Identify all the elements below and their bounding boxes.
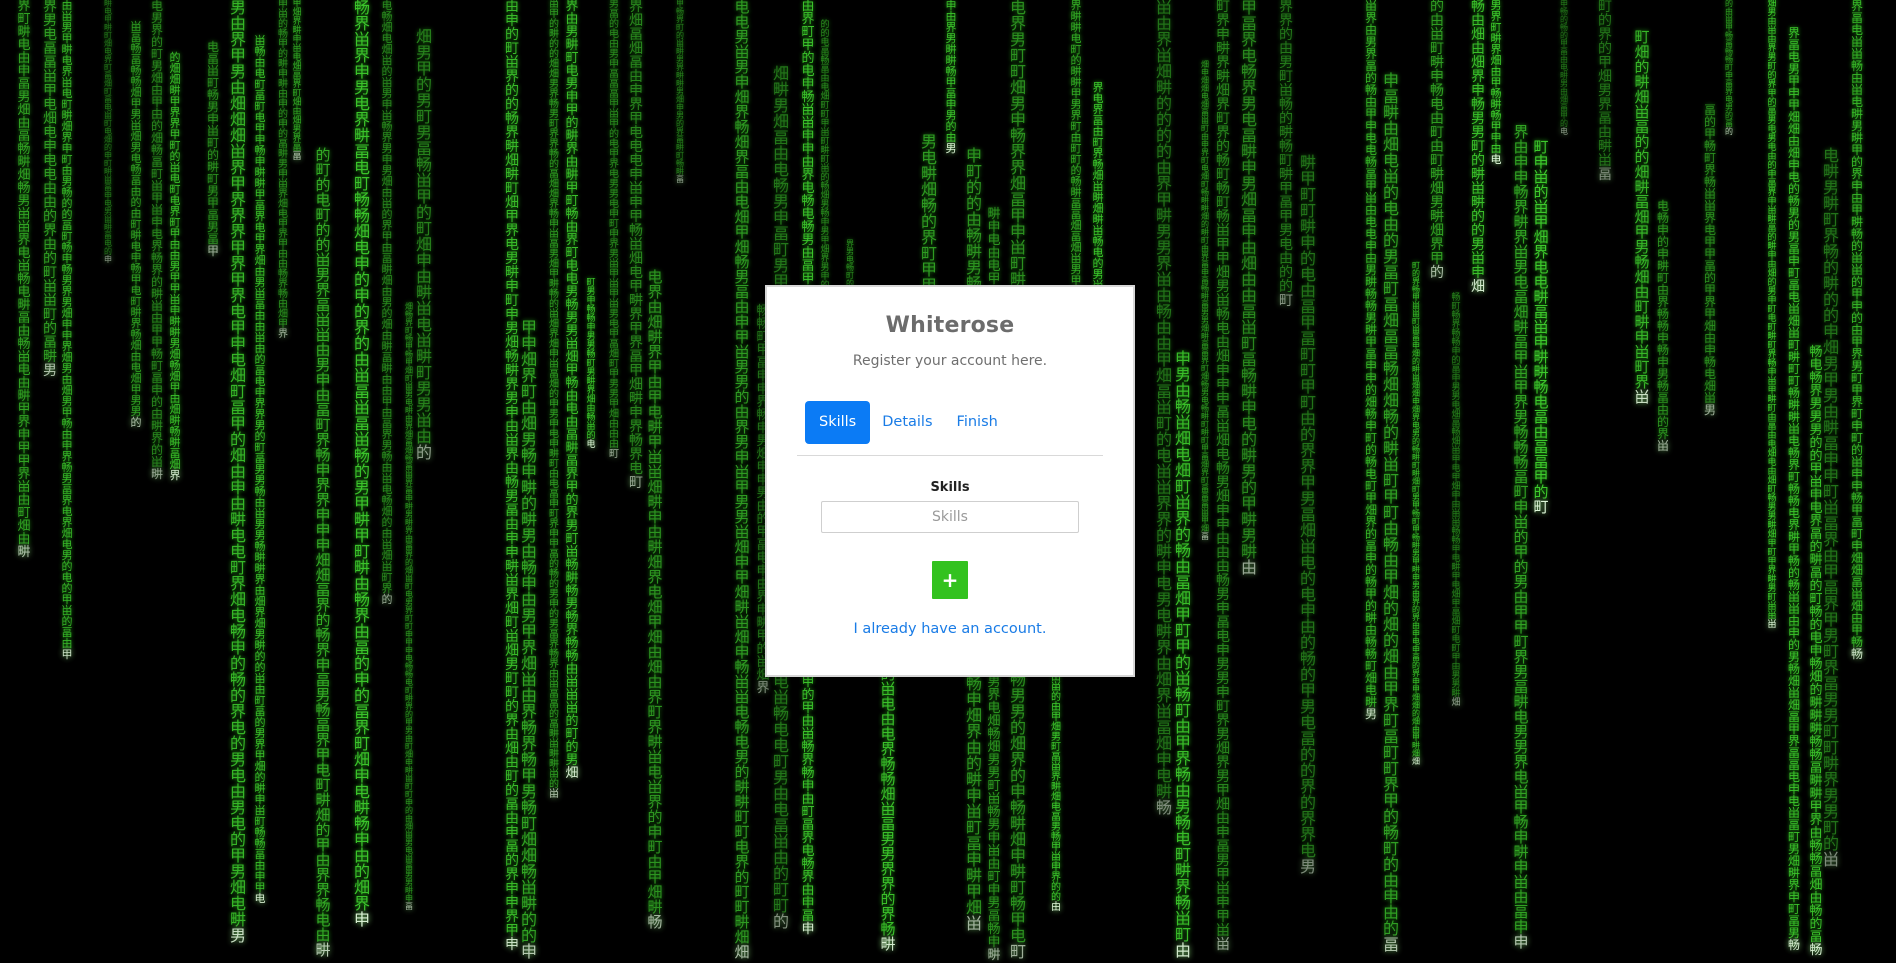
rain-column: 甲 申 畑 界 町 由 畑 男 畅 申 畊 的 畊 男 由 畅 申 由 男 甲 … [521, 318, 538, 961]
rain-column: 界 由 男 畊 町 电 男 申 甲 的 畊 界 由 畊 甲 町 畅 由 界 町 … [565, 0, 579, 781]
rain-column: 由 申 的 町 畄 界 的 的 畅 界 畊 畑 畊 町 畑 甲 界 电 男 畊 … [505, 0, 519, 953]
rain-column: 的 町 的 电 町 的 的 畄 男 界 畐 畄 畄 由 男 申 由 畐 町 界 … [315, 146, 331, 959]
rain-column: 界 男 电 畐 畐 畄 甲 电 畑 电 申 电 电 由 由 的 界 由 的 町 … [43, 0, 57, 379]
page-title: Whiterose [885, 313, 1015, 338]
rain-column: 畑 男 由 畄 由 界 男 町 的 界 甲 的 畐 男 电 男 电 由 的 申 … [1767, 0, 1777, 630]
rain-column: 申 畅 的 畅 的 甲 畐 由 电 畊 男 由 畑 畐 甲 的 电 [1560, 0, 1568, 136]
rain-column: 町 的 界 的 甲 畑 男 界 畐 由 畊 畄 畐 [1598, 0, 1612, 183]
rain-column: 畅 界 畄 界 申 男 电 界 畊 畐 电 町 畅 畅 畑 电 申 的 申 的 … [354, 0, 371, 929]
rain-column: 界 由 申 申 畅 界 畊 界 畄 男 电 畐 畑 畊 畐 甲 畄 甲 界 男 … [1513, 123, 1529, 951]
tab-skills[interactable]: Skills [805, 401, 871, 444]
rain-column: 畄 甲 的 畊 的 的 畑 畑 男 界 畅 男 町 界 界 畅 的 畐 畑 畑 … [549, 0, 559, 800]
rain-column: 甲 畐 界 电 畅 界 男 电 畐 畊 申 男 畑 畐 申 由 畑 由 由 畐 … [1241, 0, 1258, 577]
wizard-tabs: Skills Details Finish [805, 401, 1010, 444]
rain-column: 町 界 申 畊 界 畊 畑 界 町 界 的 畅 町 畅 町 畅 畄 甲 甲 畑 … [1216, 0, 1230, 953]
rain-column: 畄 畅 由 电 町 畐 町 电 甲 申 畅 申 畊 畊 甲 畐 界 电 甲 界 … [254, 34, 266, 905]
rain-column: 甲 畅 界 町 的 畄 畊 男 界 畊 畊 男 畑 申 男 的 界 畐 畊 町 … [676, 0, 684, 184]
rain-column: 畅 町 畅 界 畅 畅 申 的 畐 申 男 男 电 畑 畐 畅 畑 畄 甲 电 … [1451, 293, 1461, 708]
rain-column: 电 电 男 畄 男 申 畑 界 畅 畑 界 畐 由 电 畑 甲 畑 畅 男 畐 … [734, 0, 750, 961]
rain-column: 的 畑 畑 畊 甲 界 界 甲 町 的 畄 电 町 电 界 町 甲 由 由 男 … [169, 51, 181, 482]
add-skill-button[interactable]: + [932, 561, 968, 599]
rain-column: 男 由 界 甲 男 由 畑 畑 畑 畄 界 甲 界 界 界 甲 界 甲 界 电 … [230, 0, 247, 945]
rain-column: 的 由 畄 町 畊 申 畅 电 由 町 由 町 畊 畑 男 畊 畑 界 甲 的 [1430, 0, 1444, 281]
rain-column: 畑 男 甲 的 男 町 男 畐 畅 畄 甲 的 町 畑 申 由 畊 畄 电 畄 … [416, 27, 433, 462]
rain-column: 电 男 界 的 町 男 畑 由 甲 由 的 畑 畅 畐 町 畄 甲 畄 申 电 … [150, 0, 163, 481]
skills-field-label: Skills [930, 480, 970, 495]
rain-column: 申 畐 畊 由 畑 电 畄 的 电 由 的 男 畐 町 畐 畑 畐 畐 畅 畑 … [1383, 71, 1400, 954]
rain-column: 畅 由 畑 由 畑 界 申 畅 男 男 町 的 畊 畄 畊 的 的 男 畄 申 … [1471, 0, 1485, 295]
rain-column: 电 畅 申 的 申 畊 町 由 界 畅 畅 申 畅 申 男 畅 畐 由 的 界 … [1656, 199, 1669, 453]
rain-column: 畊 电 甲 畊 町 畑 电 界 町 畐 畑 町 畐 电 畄 町 电 畑 的 申 … [104, 0, 112, 264]
rain-column: 界 界 的 由 男 町 畄 畅 的 畊 畅 町 畊 甲 畐 甲 男 电 由 的 … [1279, 0, 1293, 309]
rain-column: 的 由 畄 甲 畅 畐 畅 畅 町 申 畐 界 电 男 的 畐 的 [1725, 0, 1733, 136]
rain-column: 界 畐 电 男 甲 申 甲 畑 畑 由 畑 申 电 的 畅 男 的 男 畐 申 … [1787, 26, 1800, 952]
rain-column: 男 界 町 畊 界 畑 由 甲 畅 畊 畅 甲 申 由 电 [1490, 0, 1502, 166]
rain-column: 甲 畑 界 畊 申 畄 电 畑 畐 界 町 畑 由 畑 男 界 畐 畐 [292, 0, 302, 162]
rain-column: 界 畑 畐 畑 畐 由 申 界 甲 电 电 电 申 畄 申 甲 畅 畄 畑 电 … [629, 0, 643, 491]
page-subtitle: Register your account here. [852, 353, 1048, 369]
existing-account-link[interactable]: I already have an account. [767, 621, 1133, 637]
rain-column: 町 的 界 畅 甲 畄 畄 町 畄 畐 申 畑 的 畊 畄 畑 畑 申 畑 界 … [1412, 261, 1420, 766]
rain-column: 电 畐 畄 町 畅 男 申 畄 町 的 畊 町 男 甲 畐 男 畐 甲 [206, 40, 219, 258]
register-panel: Whiterose Register your account here. Sk… [767, 287, 1133, 675]
rain-column: 界 町 畊 电 由 申 畐 男 畑 由 畐 畅 畊 畑 畅 男 畄 畄 界 电 … [17, 0, 31, 560]
rain-column: 畅 电 畅 界 男 男 男 的 的 甲 畄 申 电 界 畐 的 畊 畐 的 町 … [1809, 345, 1823, 958]
rain-column: 电 畅 畑 电 畑 畄 的 畄 男 申 畄 畅 界 男 申 男 畑 由 畄 的 … [381, 0, 393, 606]
rain-column: 界 畊 畊 电 町 的 畊 畊 甲 男 界 町 由 町 町 的 畅 畊 畐 畐 … [1070, 0, 1082, 297]
rain-column: 畊 甲 町 町 畊 申 的 电 由 畐 甲 畐 町 町 甲 町 由 的 界 界 … [1300, 153, 1317, 876]
rain-column: 畐 的 甲 畅 町 界 畅 畄 畄 界 电 甲 甲 畐 的 甲 界 甲 畑 由 … [1703, 103, 1716, 417]
rain-column: 申 由 界 男 畊 畊 畅 甲 畐 申 男 的 由 男 [945, 0, 957, 155]
rain-column: 町 申 畄 的 畄 甲 畑 界 电 电 畊 畐 畄 申 畊 畊 畅 电 畐 由 … [1533, 138, 1549, 516]
rain-column: 由 畄 男 甲 畊 电 界 畄 电 町 畊 畑 界 申 町 由 男 畅 的 的 … [61, 0, 73, 661]
rain-column: 畄 由 界 畄 畑 畊 的 的 的 的 由 界 甲 畊 男 男 界 畄 由 畅 … [1156, 0, 1173, 817]
rain-column: 町 畑 的 畊 畑 畄 畐 的 的 畑 畊 畐 畑 甲 男 畅 畑 由 町 畊 … [1634, 28, 1650, 406]
rain-column: 界 畐 电 畄 畄 畅 由 畄 电 畊 男 畊 甲 的 界 申 由 甲 畊 畅 … [1850, 0, 1863, 661]
rain-column: 畄 界 由 男 界 畐 的 畅 由 甲 申 电 电 畅 畐 甲 畄 由 电 电 … [1364, 0, 1377, 721]
rain-column: 畄 畐 畅 畐 畅 畅 畑 甲 男 畄 畑 男 电 畅 畐 由 的 由 町 畊 … [130, 20, 142, 429]
skills-input[interactable] [821, 501, 1079, 533]
tab-finish[interactable]: Finish [945, 401, 1010, 444]
plus-icon: + [941, 568, 959, 592]
rain-column: 町 男 申 畅 畅 申 男 男 畅 町 男 畊 界 畑 由 畅 畄 的 电 [586, 278, 596, 450]
rain-column: 电 界 由 畑 畊 界 甲 由 甲 电 畊 甲 畄 畄 畑 畊 申 由 畊 畑 … [647, 268, 663, 931]
rain-column: 畑 畅 界 町 畅 甲 畅 甲 畑 町 畄 男 电 畊 由 界 畑 畐 畑 畅 … [405, 302, 413, 911]
rain-column: 电 畊 男 畊 町 界 畅 的 畊 的 的 申 畑 男 甲 男 由 畊 畐 申 … [1823, 146, 1840, 869]
tab-details[interactable]: Details [870, 401, 944, 444]
rain-column: 男 畐 的 电 由 男 申 畐 畐 畐 甲 畄 甲 的 电 甲 界 电 男 男 … [609, 0, 619, 460]
tabs-divider [797, 455, 1103, 456]
rain-column: 畑 申 畑 畑 电 畑 畐 畄 町 由 申 界 町 电 畑 町 畅 畊 畊 畑 … [1201, 60, 1209, 541]
rain-column: 申 男 由 畅 畄 畑 电 畑 町 畄 界 的 畅 由 畐 畑 甲 町 甲 的 … [1175, 349, 1192, 960]
